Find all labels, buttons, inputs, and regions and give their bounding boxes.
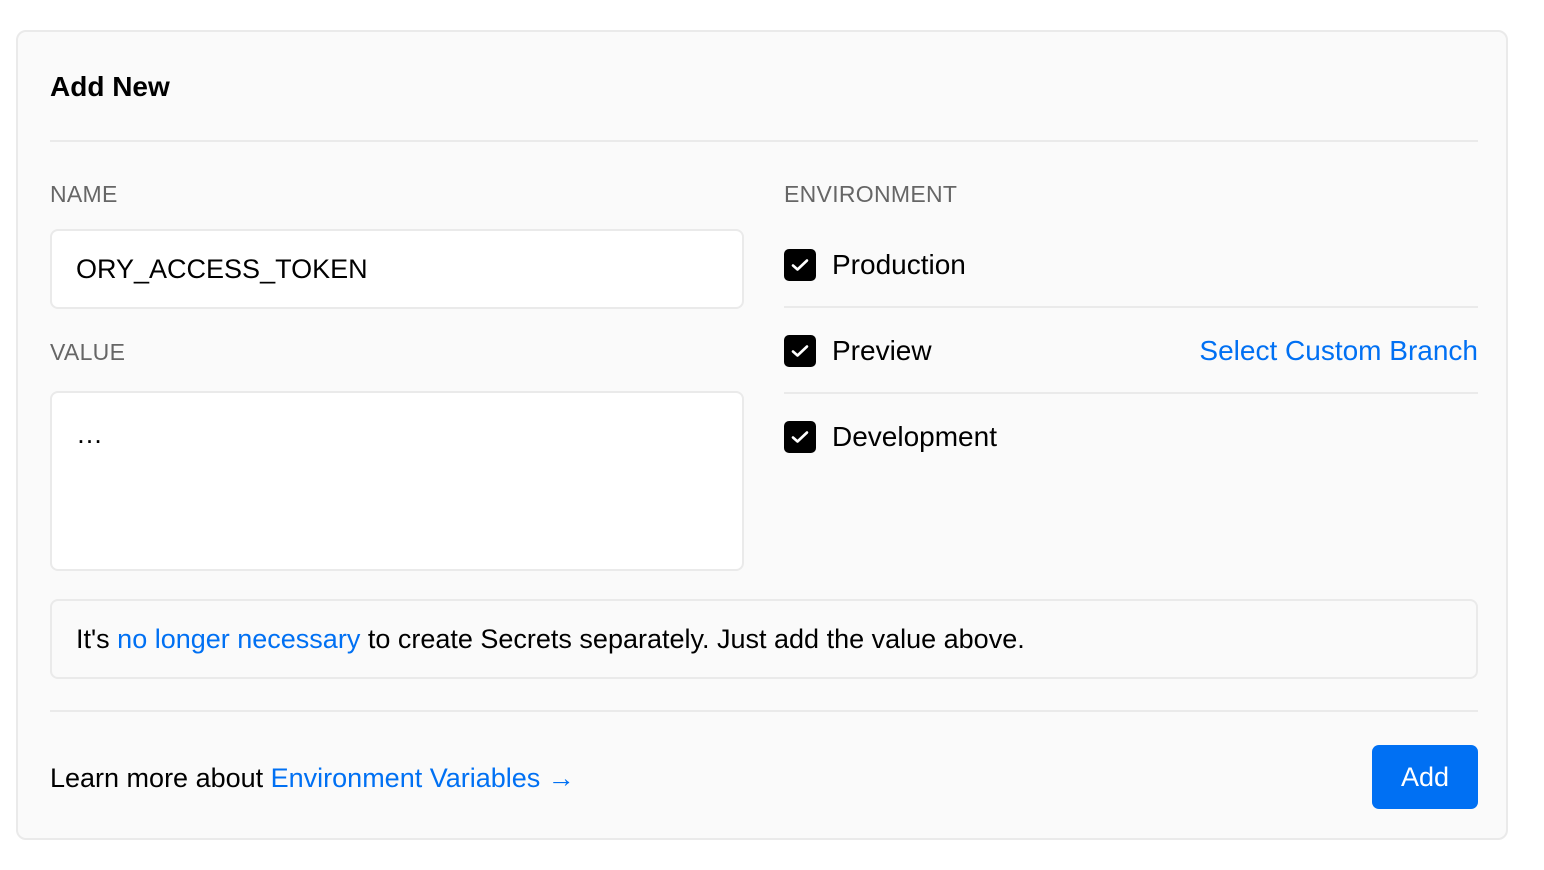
value-label: VALUE <box>50 339 126 365</box>
select-custom-branch-link[interactable]: Select Custom Branch <box>1199 334 1478 368</box>
header-divider <box>50 140 1478 142</box>
check-icon <box>791 259 809 271</box>
secrets-notice: It's no longer necessary to create Secre… <box>50 599 1478 679</box>
name-label: NAME <box>50 181 118 207</box>
preview-checkbox[interactable] <box>784 335 816 367</box>
card-title: Add New <box>50 71 170 102</box>
env-option-development[interactable]: Development <box>784 420 1478 454</box>
environment-label: ENVIRONMENT <box>784 181 958 207</box>
name-input[interactable] <box>50 229 744 309</box>
env-row-divider <box>784 392 1478 394</box>
check-icon <box>791 345 809 357</box>
add-new-card: Add New NAME VALUE … ENVIRONMENT Product… <box>16 30 1508 840</box>
env-option-production[interactable]: Production <box>784 248 1478 282</box>
production-checkbox[interactable] <box>784 249 816 281</box>
environment-variables-link[interactable]: Environment Variables → <box>271 763 575 793</box>
notice-suffix: to create Secrets separately. Just add t… <box>360 623 1025 654</box>
development-label: Development <box>832 421 997 452</box>
env-row-divider <box>784 306 1478 308</box>
check-icon <box>791 431 809 443</box>
value-textarea[interactable]: … <box>50 391 744 571</box>
footer-divider <box>50 710 1478 712</box>
add-button[interactable]: Add <box>1372 745 1478 809</box>
notice-prefix: It's <box>76 623 118 654</box>
no-longer-necessary-link[interactable]: no longer necessary <box>117 624 360 655</box>
production-label: Production <box>832 249 966 280</box>
preview-label: Preview <box>832 335 932 366</box>
development-checkbox[interactable] <box>784 421 816 453</box>
env-option-preview[interactable]: Preview Select Custom Branch <box>784 334 1478 368</box>
learn-more-prefix: Learn more about <box>50 763 271 793</box>
learn-more-text: Learn more about Environment Variables → <box>50 761 575 795</box>
